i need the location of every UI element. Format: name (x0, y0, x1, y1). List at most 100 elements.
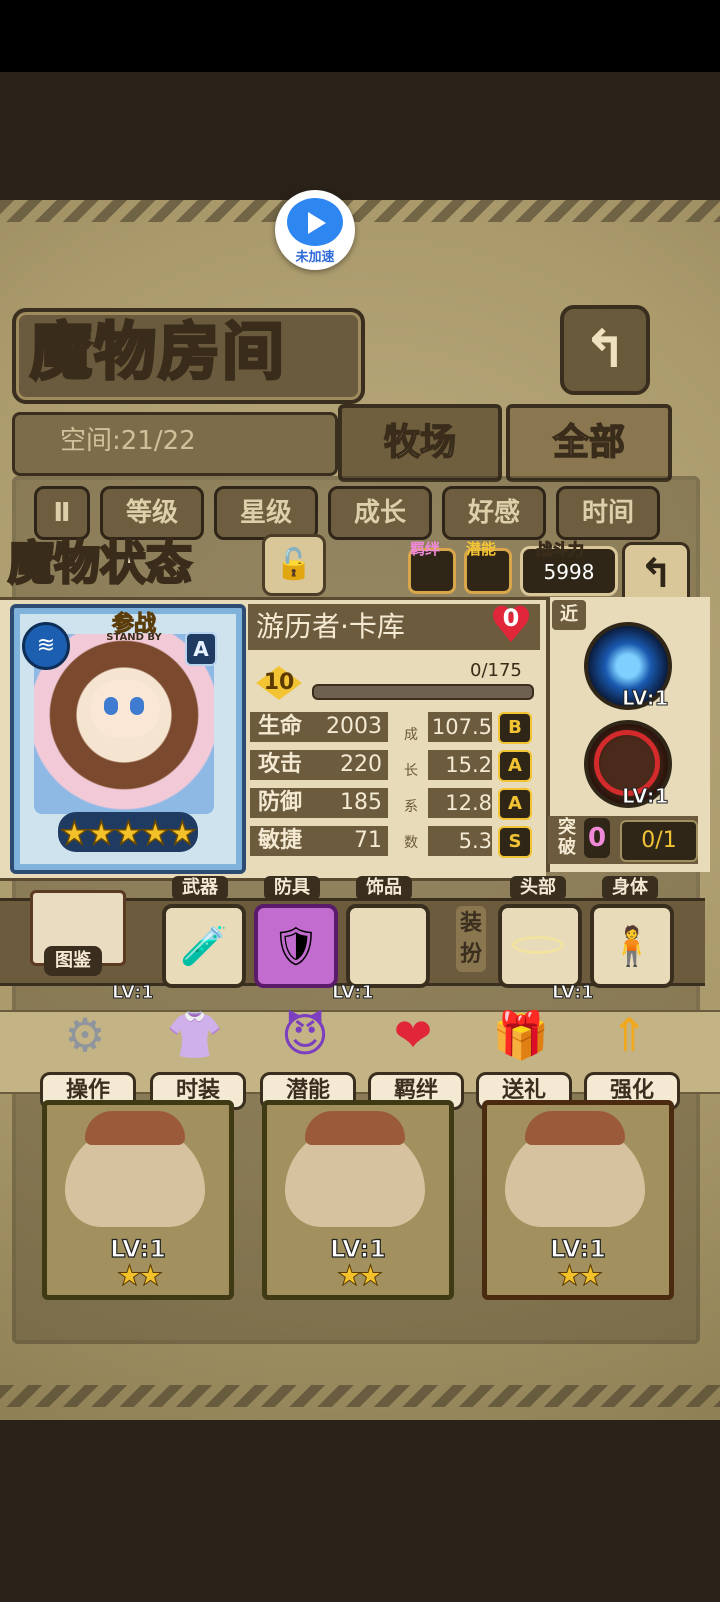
growth-value: 107.5 (431, 715, 492, 739)
sort-star-button[interactable]: 星级 (214, 486, 318, 540)
hearts-icon: ❤ (393, 1008, 433, 1062)
page-title: 魔物房间 (28, 314, 287, 390)
tab-all[interactable]: 全部 (506, 404, 672, 482)
sort-time-label: 时间 (581, 498, 634, 528)
card-stars: ★★ (116, 1259, 163, 1293)
dress-up-label: 装扮 (459, 911, 482, 967)
monster-eye (130, 697, 144, 715)
star-icon: ★ (140, 813, 170, 853)
sort-affection-button[interactable]: 好感 (442, 486, 546, 540)
monster-card[interactable]: LV:1 ★★ (482, 1100, 674, 1300)
growth-value: 15.2 (445, 753, 492, 777)
upgrade-arrows-icon: ⇑ (609, 1008, 649, 1062)
accessory-slot[interactable] (346, 904, 430, 988)
gear-icon: ⚙ (64, 1008, 106, 1062)
action-operate-button[interactable]: ⚙ 操作 (40, 1000, 136, 1110)
slot-tag: 武器 (172, 876, 228, 900)
rank-badge: A (185, 632, 217, 666)
breakthrough-count-box: 0 (584, 818, 610, 858)
stat-name: 敏捷 (258, 828, 303, 853)
green-shield-icon: 🛡 (271, 924, 321, 968)
grade-badge: B (498, 712, 532, 744)
breakthrough-label: 突破 (558, 817, 576, 858)
sort-growth-label: 成长 (353, 498, 406, 528)
lock-button[interactable]: 🔓 (262, 534, 326, 596)
accessory-label: 饰品 (366, 877, 402, 898)
range-tag: 近 (552, 600, 586, 630)
action-outfit-button[interactable]: 👚 时装 (150, 1000, 246, 1110)
range-label: 近 (560, 604, 578, 625)
mushroom-cap (525, 1111, 625, 1145)
monster-name: 游历者·卡库 (256, 610, 405, 643)
weapon-slot[interactable]: 🧪 (162, 904, 246, 988)
card-stars: ★★ (556, 1259, 603, 1293)
weapon-label: 武器 (182, 877, 218, 898)
encyclopedia-button[interactable]: 图鉴 (30, 890, 126, 978)
grade-badge: A (498, 750, 532, 782)
breakthrough-progress-box[interactable]: 0/1 (620, 820, 698, 862)
level-badge: 10 (256, 666, 302, 700)
mushroom-cap (85, 1111, 185, 1145)
monster-card[interactable]: LV:1 ★★ (42, 1100, 234, 1300)
speed-overlay-label: 未加速 (295, 250, 335, 265)
breakthrough-progress: 0/1 (641, 828, 677, 853)
action-gift-button[interactable]: 🎁 送礼 (476, 1000, 572, 1110)
back-button[interactable]: ↰ (560, 305, 650, 395)
armor-slot[interactable]: 🛡 (254, 904, 338, 988)
monster-eye (104, 697, 118, 715)
slot-tag: 防具 (264, 876, 320, 900)
star-icon: ★ (113, 813, 143, 853)
head-label: 头部 (520, 877, 556, 898)
star-icon: ★ (86, 813, 116, 853)
water-element-icon: ≋ (22, 622, 70, 670)
action-bond-button[interactable]: ❤ 羁绊 (368, 1000, 464, 1110)
armor-label: 防具 (274, 877, 310, 898)
skill-level: LV:1 (621, 784, 669, 809)
tab-ranch[interactable]: 牧场 (338, 404, 502, 482)
tab-all-label: 全部 (552, 421, 626, 464)
grade-badge: A (498, 788, 532, 820)
grade-value: A (508, 755, 522, 776)
body-slot[interactable]: 🧍 (590, 904, 674, 988)
back-arrow-icon: ↰ (639, 551, 673, 597)
body-label: 身体 (612, 877, 648, 898)
halo-icon (512, 936, 564, 954)
card-stars: ★★ (336, 1259, 383, 1293)
slot-tag: 饰品 (356, 876, 412, 900)
growth-coef-char: 数 (404, 835, 418, 851)
slot-tag: 头部 (510, 876, 566, 900)
level-value: 10 (263, 670, 295, 695)
encyclopedia-label-box: 图鉴 (44, 946, 102, 976)
demon-icon: 😈 (281, 1008, 329, 1062)
costume-figure-icon: 🧍 (608, 924, 656, 968)
stat-value: 71 (354, 828, 382, 853)
padlock-icon: 🔓 (275, 547, 313, 582)
encyclopedia-label: 图鉴 (55, 950, 91, 971)
space-count: 空间:21/22 (60, 426, 196, 456)
standby-sub-label: STAND BY (106, 632, 162, 643)
slot-tag: 身体 (602, 876, 658, 900)
speed-overlay-button[interactable]: 未加速 (275, 190, 355, 270)
power-value: 5998 (543, 560, 595, 584)
exp-text: 0/175 (470, 660, 522, 681)
monster-card[interactable]: LV:1 ★★ (262, 1100, 454, 1300)
growth-coef-char: 成 (404, 727, 418, 743)
potential-label: 潜能 (466, 540, 497, 558)
rank-value: A (193, 637, 209, 661)
star-icon: ★ (167, 813, 197, 853)
action-potential-button[interactable]: 😈 潜能 (260, 1000, 356, 1110)
action-upgrade-button[interactable]: ⇑ 强化 (584, 1000, 680, 1110)
sort-star-label: 星级 (239, 498, 292, 528)
top-dark-background (0, 72, 720, 202)
bottom-dark-background (0, 1420, 720, 1602)
zigzag-border-top (0, 200, 720, 222)
stat-value: 2003 (326, 714, 382, 739)
stat-name: 防御 (258, 790, 303, 815)
mushroom-cap (305, 1111, 405, 1145)
stat-value: 220 (340, 752, 382, 777)
sort-growth-button[interactable]: 成长 (328, 486, 432, 540)
growth-value: 5.3 (458, 829, 492, 853)
play-icon (287, 198, 343, 246)
gift-icon: 🎁 (492, 1008, 550, 1062)
sort-time-button[interactable]: 时间 (556, 486, 660, 540)
